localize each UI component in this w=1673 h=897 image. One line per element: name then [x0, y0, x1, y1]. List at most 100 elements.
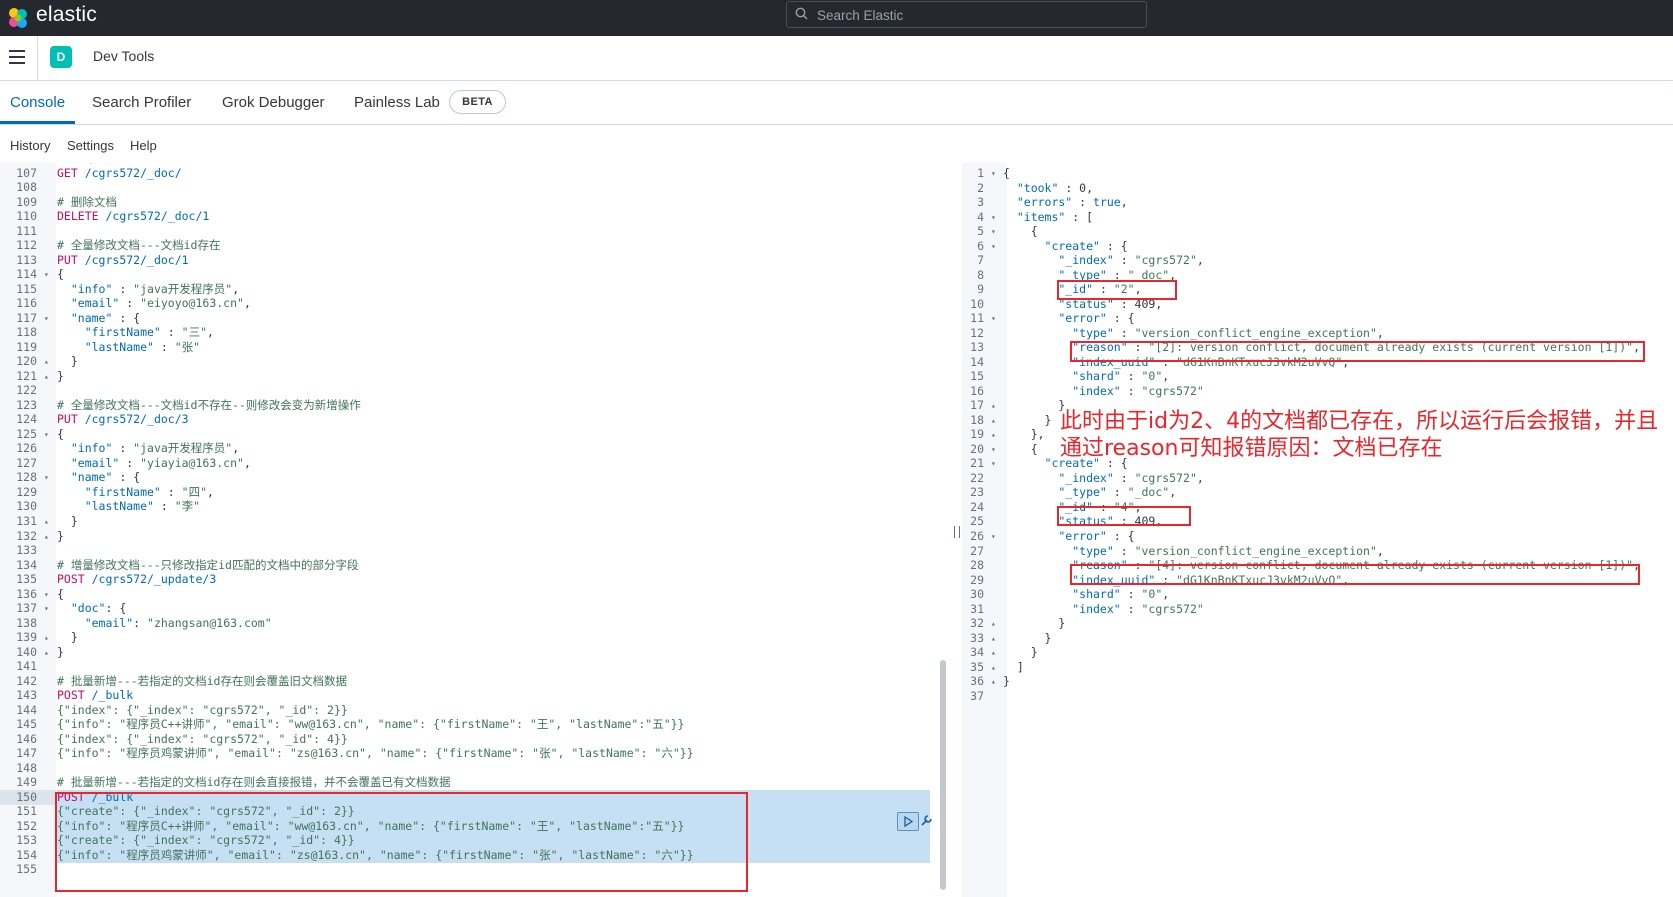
code-line[interactable]: 110 DELETE /cgrs572/_doc/1 [0, 209, 951, 224]
fold-expanded-icon[interactable]: ▾ [991, 224, 996, 239]
fold-expanded-icon[interactable]: ▾ [991, 529, 996, 544]
code-line[interactable]: 147 {"info": "程序员鸡蒙讲师", "email": "zs@163.… [0, 746, 951, 761]
fold-collapse-icon[interactable]: ▴ [44, 514, 49, 529]
tab-console[interactable]: Console [10, 94, 65, 111]
code-line[interactable]: 22 "_index" : "cgrs572", [962, 471, 1673, 486]
fold-expanded-icon[interactable]: ▾ [44, 470, 49, 485]
code-line[interactable]: 112 # 全量修改文档---文档id存在 [0, 238, 951, 253]
code-line[interactable]: 23 "_type" : "_doc", [962, 485, 1673, 500]
code-line[interactable]: 126 "info" : "java开发程序员", [0, 441, 951, 456]
code-line[interactable]: 26 ▾ "error" : { [962, 529, 1673, 544]
code-line[interactable]: 135 POST /cgrs572/_update/3 [0, 572, 951, 587]
fold-collapse-icon[interactable]: ▴ [44, 369, 49, 384]
code-line[interactable]: 115 "info" : "java开发程序员", [0, 282, 951, 297]
fold-expanded-icon[interactable]: ▾ [991, 442, 996, 457]
fold-collapse-icon[interactable]: ▴ [991, 398, 996, 413]
fold-expanded-icon[interactable]: ▾ [991, 311, 996, 326]
fold-collapse-icon[interactable]: ▴ [991, 616, 996, 631]
send-request-button[interactable] [897, 812, 919, 831]
fold-collapse-icon[interactable]: ▴ [44, 645, 49, 660]
code-line[interactable]: 1 ▾ { [962, 166, 1673, 181]
code-line[interactable]: 2 "took" : 0, [962, 181, 1673, 196]
code-line[interactable]: 134 # 增量修改文档---只修改指定id匹配的文档中的部分字段 [0, 558, 951, 573]
code-line[interactable]: 137 ▾ "doc": { [0, 601, 951, 616]
code-line[interactable]: 12 "type" : "version_conflict_engine_exc… [962, 326, 1673, 341]
fold-expanded-icon[interactable]: ▾ [44, 601, 49, 616]
code-line[interactable]: 27 "type" : "version_conflict_engine_exc… [962, 544, 1673, 559]
code-line[interactable]: 133 [0, 543, 951, 558]
code-line[interactable]: 149 # 批量新增---若指定的文档id存在则会直接报错，并不会覆盖已有文档数据 [0, 775, 951, 790]
code-line[interactable]: 36 ▴} [962, 674, 1673, 689]
code-line[interactable]: 136 ▾ { [0, 587, 951, 602]
request-editor[interactable]: 106# 查询文档107GET /cgrs572/_doc/108109# 删除… [0, 163, 951, 897]
code-line[interactable]: 127 "email" : "yiayia@163.cn", [0, 456, 951, 471]
search-input[interactable] [815, 5, 1139, 25]
fold-collapse-icon[interactable]: ▴ [44, 630, 49, 645]
tab-grok-debugger[interactable]: Grok Debugger [222, 94, 325, 111]
fold-collapse-icon[interactable]: ▴ [991, 660, 996, 675]
code-line[interactable]: 144 {"index": {"_index": "cgrs572", "_id"… [0, 703, 951, 718]
code-line[interactable]: 4 ▾ "items" : [ [962, 210, 1673, 225]
code-line[interactable]: 123 # 全量修改文档---文档id不存在--则修改会变为新增操作 [0, 398, 951, 413]
code-line[interactable]: 142 # 批量新增---若指定的文档id存在则会覆盖旧文档数据 [0, 674, 951, 689]
code-line[interactable]: 119 "lastName" : "张" [0, 340, 951, 355]
tab-search-profiler[interactable]: Search Profiler [92, 94, 191, 111]
fold-collapse-icon[interactable]: ▴ [44, 354, 49, 369]
code-line[interactable]: 114 ▾ { [0, 267, 951, 282]
settings-link[interactable]: Settings [67, 138, 114, 153]
brand-name[interactable]: elastic [36, 3, 97, 27]
code-line[interactable]: 116 "email" : "eiyoyo@163.cn", [0, 296, 951, 311]
code-line[interactable]: 32 ▴ } [962, 616, 1673, 631]
code-line[interactable]: 31 "index" : "cgrs572" [962, 602, 1673, 617]
fold-expanded-icon[interactable]: ▾ [991, 166, 996, 181]
fold-collapse-icon[interactable]: ▴ [991, 413, 996, 428]
code-line[interactable]: 15 "shard" : "0", [962, 369, 1673, 384]
code-line[interactable]: 11 ▾ "error" : { [962, 311, 1673, 326]
fold-expanded-icon[interactable]: ▾ [44, 267, 49, 282]
code-line[interactable]: 107 GET /cgrs572/_doc/ [0, 166, 951, 181]
code-line[interactable]: 16 "index" : "cgrs572" [962, 384, 1673, 399]
code-line[interactable]: 125 ▾ { [0, 427, 951, 442]
elastic-logo-icon[interactable] [6, 6, 30, 30]
request-editor-scrollbar[interactable] [940, 660, 946, 890]
fold-expanded-icon[interactable]: ▾ [991, 210, 996, 225]
code-line[interactable]: 118 "firstName" : "三", [0, 325, 951, 340]
code-line[interactable]: 124 PUT /cgrs572/_doc/3 [0, 412, 951, 427]
fold-collapse-icon[interactable]: ▴ [44, 529, 49, 544]
resize-handle-icon[interactable] [954, 526, 960, 538]
fold-collapse-icon[interactable]: ▴ [991, 631, 996, 646]
code-line[interactable]: 131 ▴ } [0, 514, 951, 529]
code-line[interactable]: 146 {"index": {"_index": "cgrs572", "_id"… [0, 732, 951, 747]
space-avatar[interactable]: D [50, 46, 72, 68]
code-line[interactable]: 117 ▾ "name" : { [0, 311, 951, 326]
code-line[interactable]: 139 ▴ } [0, 630, 951, 645]
code-line[interactable]: 5 ▾ { [962, 224, 1673, 239]
code-line[interactable]: 120 ▴ } [0, 354, 951, 369]
code-line[interactable]: 148 [0, 761, 951, 776]
tab-painless-lab[interactable]: Painless Lab [354, 94, 440, 111]
menu-hamburger-icon[interactable] [9, 50, 25, 64]
code-line[interactable]: 6 ▾ "create" : { [962, 239, 1673, 254]
search-bar[interactable] [786, 1, 1147, 28]
code-line[interactable]: 121 ▴} [0, 369, 951, 384]
code-line[interactable]: 34 ▴ } [962, 645, 1673, 660]
fold-collapse-icon[interactable]: ▴ [991, 427, 996, 442]
code-line[interactable]: 35 ▴ ] [962, 660, 1673, 675]
code-line[interactable]: 140 ▴} [0, 645, 951, 660]
fold-expanded-icon[interactable]: ▾ [991, 456, 996, 471]
code-line[interactable]: 113 PUT /cgrs572/_doc/1 [0, 253, 951, 268]
response-viewer[interactable]: 1 ▾{2 "took" : 0, 3 "errors" : true, 4 ▾ "it… [962, 163, 1673, 897]
code-line[interactable]: 141 [0, 659, 951, 674]
code-line[interactable]: 33 ▴ } [962, 631, 1673, 646]
wrench-icon[interactable] [919, 814, 933, 828]
fold-expanded-icon[interactable]: ▾ [44, 427, 49, 442]
code-line[interactable]: 145 {"info": "程序员C++讲师", "email": "ww@163… [0, 717, 951, 732]
code-line[interactable]: 111 [0, 224, 951, 239]
code-line[interactable]: 3 "errors" : true, [962, 195, 1673, 210]
history-link[interactable]: History [10, 138, 50, 153]
code-line[interactable]: 7 "_index" : "cgrs572", [962, 253, 1673, 268]
code-line[interactable]: 138 "email": "zhangsan@163.com" [0, 616, 951, 631]
fold-collapse-icon[interactable]: ▴ [991, 645, 996, 660]
fold-expanded-icon[interactable]: ▾ [44, 587, 49, 602]
code-line[interactable]: 108 [0, 180, 951, 195]
